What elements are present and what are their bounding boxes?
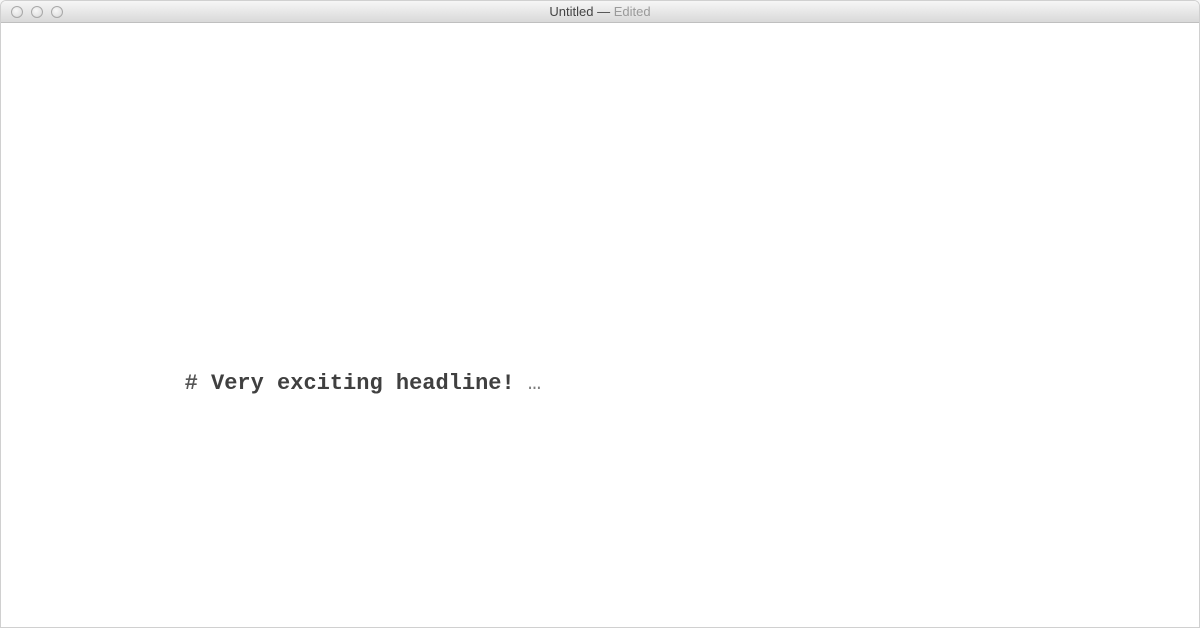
app-window: Untitled — Edited # Very exciting headli… <box>0 0 1200 628</box>
headline-line[interactable]: # Very exciting headline! … <box>1 336 1199 432</box>
window-controls <box>1 6 63 18</box>
close-icon[interactable] <box>11 6 23 18</box>
heading-marker: # <box>185 371 198 396</box>
edited-status: Edited <box>614 4 651 19</box>
text-editor[interactable]: # Very exciting headline! … # Timers.tim… <box>1 23 1199 627</box>
titlebar[interactable]: Untitled — Edited <box>1 1 1199 23</box>
zoom-icon[interactable] <box>51 6 63 18</box>
document-title: Untitled <box>549 4 593 19</box>
window-title: Untitled — Edited <box>1 4 1199 19</box>
title-separator: — <box>593 4 613 19</box>
fold-ellipsis-icon[interactable]: … <box>515 371 541 396</box>
headline-text[interactable]: Very exciting headline! <box>211 371 515 396</box>
minimize-icon[interactable] <box>31 6 43 18</box>
